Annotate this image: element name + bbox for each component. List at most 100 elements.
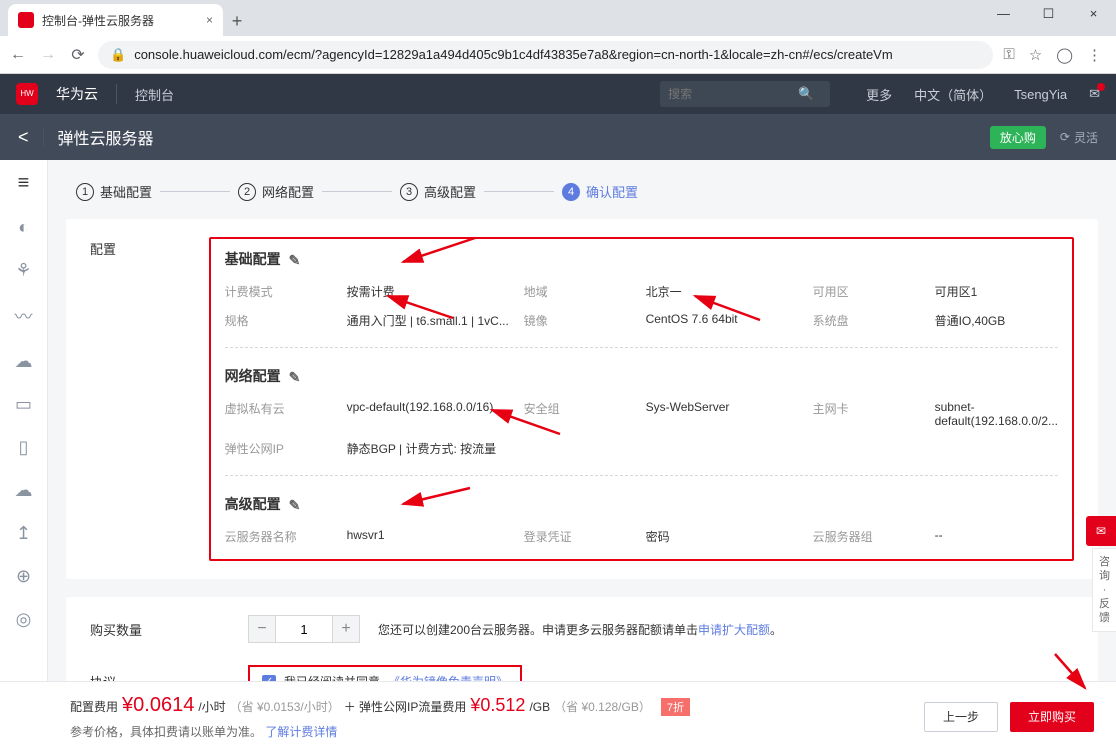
feedback-tab[interactable]: 咨询 · 反馈 bbox=[1092, 548, 1116, 632]
reload-icon[interactable]: ⟳ bbox=[68, 45, 88, 65]
step-network[interactable]: 2网络配置 bbox=[238, 182, 314, 201]
key-icon[interactable]: ⚿ bbox=[1003, 46, 1014, 64]
profile-icon[interactable]: ◯ bbox=[1056, 46, 1073, 64]
agreement-text: 我已经阅读并同意 bbox=[284, 673, 380, 681]
nav-cloud-icon[interactable]: ☁ bbox=[15, 480, 33, 501]
quantity-row: 购买数量 − + 您还可以创建200台云服务器。申请更多云服务器配额请单击申请扩… bbox=[90, 615, 1074, 643]
purchase-card: 购买数量 − + 您还可以创建200台云服务器。申请更多云服务器配额请单击申请扩… bbox=[66, 597, 1098, 681]
config-price: ¥0.0614 bbox=[122, 694, 194, 717]
nav-upload-icon[interactable]: ↥ bbox=[16, 523, 31, 544]
global-search[interactable]: 🔍 bbox=[660, 81, 830, 107]
eip-label: 弹性公网IP bbox=[225, 440, 345, 457]
agreement-label: 协议 bbox=[90, 672, 230, 681]
maximize-button[interactable]: ☐ bbox=[1026, 0, 1071, 30]
qty-label: 购买数量 bbox=[90, 620, 230, 639]
price-note: 参考价格，具体扣费请以账单为准。 了解计费详情 bbox=[70, 723, 690, 740]
disk-value: 普通IO,40GB bbox=[935, 312, 1058, 329]
disclaimer-link[interactable]: 《华为镜像免责声明》 bbox=[388, 673, 508, 681]
az-value: 可用区1 bbox=[935, 283, 1058, 300]
quota-link[interactable]: 申请扩大配额 bbox=[698, 623, 770, 637]
url-text: console.huaweicloud.com/ecm/?agencyId=12… bbox=[134, 47, 893, 62]
nav-device-icon[interactable]: ▭ bbox=[15, 394, 32, 415]
group-label: 云服务器组 bbox=[813, 528, 933, 545]
new-tab-button[interactable]: + bbox=[223, 6, 251, 36]
pricing-detail-link[interactable]: 了解计费详情 bbox=[265, 725, 337, 739]
step-advanced[interactable]: 3高级配置 bbox=[400, 182, 476, 201]
qty-input[interactable] bbox=[276, 615, 332, 643]
step-confirm[interactable]: 4确认配置 bbox=[562, 182, 638, 201]
side-nav: ≡ ◐ ⚘ 〰 ☁ ▭ ▯ ☁ ↥ ⊕ ◎ bbox=[0, 160, 48, 681]
eip-value: 静态BGP | 计费方式: 按流量 bbox=[347, 440, 522, 457]
image-value: CentOS 7.6 64bit bbox=[646, 312, 811, 329]
back-button[interactable]: < bbox=[18, 127, 29, 148]
close-window-button[interactable]: × bbox=[1071, 0, 1116, 30]
edit-icon[interactable]: ✎ bbox=[289, 252, 303, 266]
prev-button[interactable]: 上一步 bbox=[924, 702, 998, 732]
login-label: 登录凭证 bbox=[524, 528, 644, 545]
side-chat-icon[interactable]: ✉ bbox=[1086, 516, 1116, 546]
nav-card-icon[interactable]: ▯ bbox=[19, 437, 29, 458]
nav-storage-icon[interactable]: ☁ bbox=[15, 351, 33, 372]
step-wizard: 1基础配置 2网络配置 3高级配置 4确认配置 bbox=[66, 178, 1098, 219]
server-name-label: 云服务器名称 bbox=[225, 528, 345, 545]
divider bbox=[116, 84, 117, 104]
group-value: -- bbox=[935, 528, 1058, 545]
hamburger-icon[interactable]: ≡ bbox=[18, 172, 30, 195]
basic-grid: 计费模式 按需计费 地域 北京一 可用区 可用区1 规格 通用入门型 | t6.… bbox=[225, 283, 1058, 329]
browser-toolbar: ← → ⟳ 🔒 console.huaweicloud.com/ecm/?age… bbox=[0, 36, 1116, 74]
forward-icon[interactable]: → bbox=[38, 46, 58, 64]
step-basic[interactable]: 1基础配置 bbox=[76, 182, 152, 201]
app-header: HW 华为云 控制台 🔍 更多 中文（简体） TsengYia ✉ bbox=[0, 74, 1116, 114]
buy-now-button[interactable]: 立即购买 bbox=[1010, 702, 1094, 732]
vpc-value: vpc-default(192.168.0.0/16) bbox=[347, 400, 522, 428]
discount-badge: 7折 bbox=[661, 698, 690, 716]
config-label: 配置 bbox=[90, 237, 209, 258]
minimize-button[interactable]: — bbox=[981, 0, 1026, 30]
quantity-stepper[interactable]: − + bbox=[248, 615, 360, 643]
nav-compute-icon[interactable]: ◐ bbox=[18, 217, 29, 238]
region-label: 地域 bbox=[524, 283, 644, 300]
agreement-highlight: ✓ 我已经阅读并同意 《华为镜像免责声明》 bbox=[248, 665, 522, 681]
nic-label: 主网卡 bbox=[813, 400, 933, 428]
footer-bar: 配置费用 ¥0.0614 /小时 （省 ¥0.0153/小时） ＋ 弹性公网IP… bbox=[0, 681, 1116, 751]
console-link[interactable]: 控制台 bbox=[135, 85, 174, 104]
tab-title: 控制台-弹性云服务器 bbox=[42, 12, 154, 29]
username[interactable]: TsengYia bbox=[1014, 87, 1067, 102]
search-input[interactable] bbox=[668, 87, 798, 101]
relax-buy-badge[interactable]: 放心购 bbox=[990, 126, 1046, 149]
more-link[interactable]: 更多 bbox=[866, 85, 892, 104]
nav-graph-icon[interactable]: 〰 bbox=[15, 303, 33, 329]
browser-tab[interactable]: 控制台-弹性云服务器 × bbox=[8, 4, 223, 36]
spec-label: 规格 bbox=[225, 312, 345, 329]
language-switch[interactable]: 中文（简体） bbox=[914, 85, 992, 104]
region-value: 北京一 bbox=[646, 283, 811, 300]
edit-icon[interactable]: ✎ bbox=[289, 369, 303, 383]
brand-text: 华为云 bbox=[56, 84, 98, 104]
edit-icon[interactable]: ✎ bbox=[289, 497, 303, 511]
config-card: 配置 基础配置 ✎ 计费模式 按需计费 地域 北京一 可用区 bbox=[66, 219, 1098, 579]
address-bar[interactable]: 🔒 console.huaweicloud.com/ecm/?agencyId=… bbox=[98, 41, 993, 69]
divider bbox=[43, 127, 44, 147]
advanced-grid: 云服务器名称 hwsvr1 登录凭证 密码 云服务器组 -- bbox=[225, 528, 1058, 545]
menu-icon[interactable]: ⋮ bbox=[1087, 46, 1102, 64]
vpc-label: 虚拟私有云 bbox=[225, 400, 345, 428]
back-icon[interactable]: ← bbox=[8, 46, 28, 64]
mail-icon[interactable]: ✉ bbox=[1089, 86, 1100, 102]
agreement-row: 协议 ✓ 我已经阅读并同意 《华为镜像免责声明》 bbox=[90, 665, 1074, 681]
star-icon[interactable]: ☆ bbox=[1029, 46, 1042, 64]
nav-circle-icon[interactable]: ◎ bbox=[16, 609, 32, 630]
qty-minus-button[interactable]: − bbox=[248, 615, 276, 643]
search-icon[interactable]: 🔍 bbox=[798, 86, 814, 102]
nav-globe-icon[interactable]: ⊕ bbox=[16, 566, 31, 587]
refresh-hint[interactable]: ⟳灵活 bbox=[1060, 129, 1098, 146]
az-label: 可用区 bbox=[813, 283, 933, 300]
server-name-value: hwsvr1 bbox=[347, 528, 522, 545]
billing-value: 按需计费 bbox=[347, 283, 522, 300]
huawei-logo: HW bbox=[16, 83, 38, 105]
qty-plus-button[interactable]: + bbox=[332, 615, 360, 643]
close-tab-icon[interactable]: × bbox=[206, 13, 213, 27]
spec-value: 通用入门型 | t6.small.1 | 1vC... bbox=[347, 312, 522, 329]
network-section-header: 网络配置 ✎ bbox=[225, 366, 1058, 386]
nic-value: subnet-default(192.168.0.0/2... bbox=[935, 400, 1058, 428]
nav-cluster-icon[interactable]: ⚘ bbox=[15, 260, 31, 281]
